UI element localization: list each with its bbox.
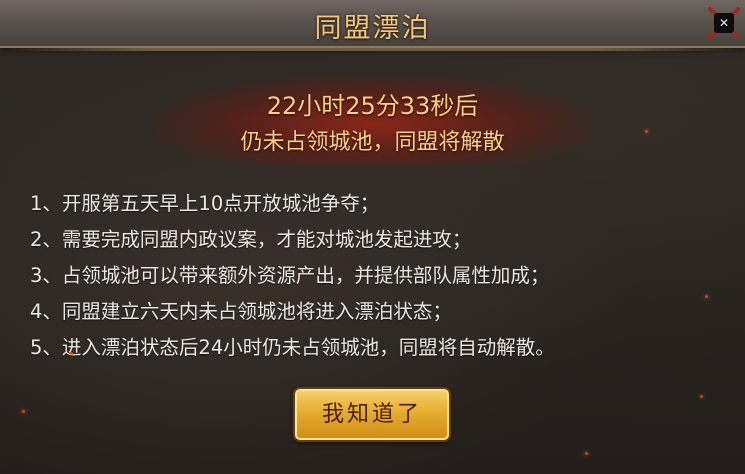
- rule-item: 1、开服第五天早上10点开放城池争夺；: [30, 192, 380, 215]
- close-button[interactable]: ✕: [707, 6, 741, 40]
- rule-item: 3、占领城池可以带来额外资源产出，并提供部队属性加成；: [30, 264, 550, 287]
- ember-decoration: [585, 452, 588, 455]
- ember-decoration: [705, 295, 708, 298]
- ember-decoration: [700, 395, 703, 398]
- countdown-timer: 22小时25分33秒后: [266, 92, 479, 120]
- rules-list: 1、开服第五天早上10点开放城池争夺； 2、需要完成同盟内政议案，才能对城池发起…: [30, 186, 555, 366]
- confirm-button[interactable]: 我知道了: [295, 389, 449, 440]
- rule-item: 4、同盟建立六天内未占领城池将进入漂泊状态；: [30, 300, 452, 323]
- dialog-header: 同盟漂泊: [0, 0, 745, 51]
- ember-decoration: [22, 410, 25, 413]
- ember-decoration: [70, 352, 73, 355]
- dialog-title: 同盟漂泊: [314, 13, 431, 44]
- rule-item: 5、进入漂泊状态后24小时仍未占领城池，同盟将自动解散。: [30, 336, 555, 359]
- ember-decoration: [645, 130, 648, 133]
- countdown-message: 仍未占领城池，同盟将解散: [240, 130, 505, 155]
- rule-item: 2、需要完成同盟内政议案，才能对城池发起进攻；: [30, 228, 472, 251]
- close-inner-icon: ✕: [714, 13, 734, 33]
